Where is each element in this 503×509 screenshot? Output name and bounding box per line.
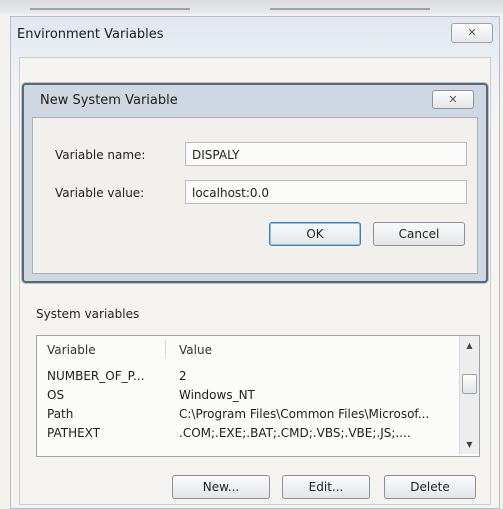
variable-value-cell: C:\Program Files\Common Files\Microsof..… [179,407,430,421]
table-row[interactable]: Path C:\Program Files\Common Files\Micro… [37,407,457,425]
edit-button[interactable]: Edit... [282,475,370,499]
cancel-button[interactable]: Cancel [373,222,465,246]
variable-name-field[interactable]: DISPALY [185,142,467,166]
variable-value-label: Variable value: [55,186,145,200]
variable-name-label: Variable name: [55,148,146,162]
dialog-title: Environment Variables [17,27,164,42]
variable-name-cell: Path [47,407,74,421]
ok-button[interactable]: OK [269,222,361,246]
close-button[interactable]: ✕ [432,90,474,109]
scroll-up-icon[interactable]: ▲ [460,338,479,354]
dialog-body: Variable name: DISPALY Variable value: l… [32,117,478,274]
variable-name-cell: PATHEXT [47,426,101,440]
background-window-edge [270,8,430,10]
system-variables-label: System variables [36,307,140,321]
variable-name-cell: NUMBER_OF_P... [47,369,145,383]
close-button[interactable]: ✕ [451,23,493,43]
background-window-strip [0,0,503,14]
background-window-edge [30,8,190,10]
scroll-down-icon[interactable]: ▼ [460,437,479,453]
variable-value-cell: 2 [179,369,187,383]
new-button[interactable]: New... [172,475,270,499]
close-icon: ✕ [467,26,477,39]
table-row[interactable]: PATHEXT .COM;.EXE;.BAT;.CMD;.VBS;.VBE;.J… [37,426,457,444]
column-header-value[interactable]: Value [179,343,212,357]
column-header-variable[interactable]: Variable [47,343,96,357]
variable-value-cell: Windows_NT [179,388,255,402]
new-system-variable-dialog: New System Variable ✕ Variable name: DIS… [22,83,488,283]
variable-value-cell: .COM;.EXE;.BAT;.CMD;.VBS;.VBE;.JS;.... [179,426,411,440]
dialog-title: New System Variable [40,93,178,108]
table-row[interactable]: OS Windows_NT [37,388,457,406]
system-variables-list[interactable]: Variable Value NUMBER_OF_P... 2 OS Windo… [36,335,480,457]
delete-button[interactable]: Delete [384,475,476,499]
vertical-scrollbar[interactable]: ▲ ▼ [459,336,479,454]
scrollbar-thumb[interactable] [462,374,477,394]
column-divider[interactable] [165,340,166,358]
table-row[interactable]: NUMBER_OF_P... 2 [37,369,457,387]
close-icon: ✕ [448,93,458,106]
variable-name-cell: OS [47,388,65,402]
variable-value-field[interactable]: localhost:0.0 [185,180,467,204]
